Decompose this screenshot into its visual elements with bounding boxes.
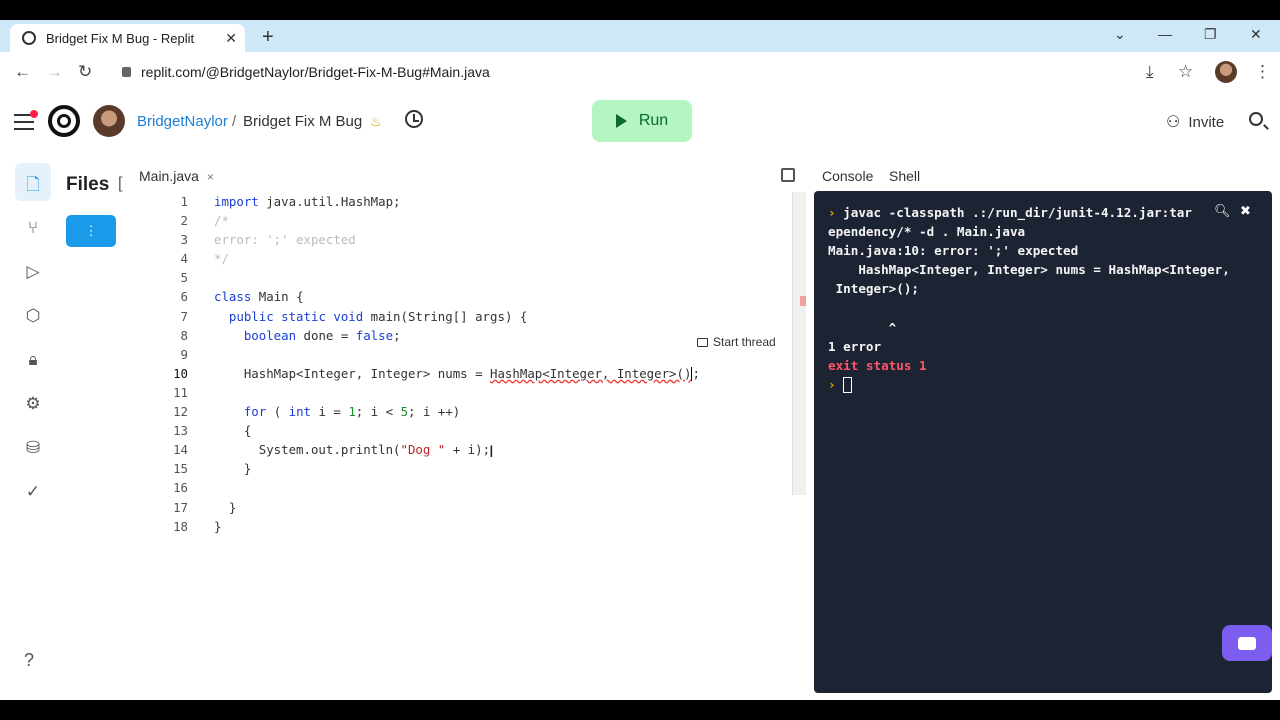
editor-tab-label: Main.java [139,168,199,184]
debugger-icon[interactable]: ▷ [23,262,43,282]
run-label: Run [638,112,669,129]
code-line: 15 } [173,461,252,477]
files-bracket: [ [118,175,123,192]
editor-menu-icon[interactable] [781,168,795,182]
replit-favicon-icon [22,31,36,45]
bookmark-star-icon[interactable]: ☆ [1178,62,1193,82]
tab-shell[interactable]: Shell [889,168,920,184]
secrets-lock-icon[interactable]: 🔒︎ [23,350,43,370]
minimize-icon[interactable]: — [1158,26,1172,42]
files-icon[interactable]: 🗋 [23,172,43,201]
add-file-icon: ⋮ [84,223,98,238]
code-editor[interactable]: 1 import java.util.HashMap; 2/* 3 error: '… [150,192,700,536]
tab-main-java[interactable]: Main.java × [139,168,214,184]
tab-close-icon[interactable]: ✕ [225,30,237,47]
browser-tab[interactable]: Bridget Fix M Bug - Replit ✕ [10,24,245,52]
console-clear-icon[interactable]: ✖ [1240,203,1251,219]
code-line: 9 [180,346,188,362]
add-file-button[interactable]: ⋮ [66,215,116,247]
text-cursor [691,367,693,382]
new-tab-icon[interactable]: + [262,26,274,49]
code-line: 12 for ( int i = 1; i < 5; i ++) [173,404,461,420]
add-person-icon: ⚇ [1166,114,1181,131]
invite-label: Invite [1188,113,1225,131]
console-cursor [843,377,853,394]
history-icon[interactable] [405,110,423,128]
settings-gear-icon[interactable]: ⚙ [23,394,43,414]
code-line: 3 error: ';' expected [180,232,356,248]
version-control-icon[interactable]: ⑂ [23,218,43,238]
back-icon[interactable]: ← [14,62,31,82]
code-line: 8 boolean done = false; [180,327,401,343]
code-line: 17 } [173,499,237,515]
restore-icon[interactable]: ❐ [1204,26,1217,43]
database-icon[interactable]: ⛁ [23,438,43,458]
run-button[interactable]: Run [592,100,692,142]
mouse-ibeam-cursor-icon: I [489,442,494,461]
error-scroll-marker [800,296,806,306]
install-icon[interactable]: ⤓ [1146,62,1154,82]
search-icon[interactable] [1249,112,1263,126]
code-line: 18} [173,518,222,534]
bottom-letterbox [0,700,1280,720]
tab-close-icon[interactable]: × [207,170,214,184]
code-line: 1 import java.util.HashMap; [180,194,401,209]
url-text: replit.com/@BridgetNaylor/Bridget-Fix-M-… [141,64,490,80]
replit-logo-icon[interactable] [48,105,80,137]
window-close-icon[interactable]: ✕ [1250,26,1262,43]
chevron-down-icon[interactable]: ⌄ [1114,26,1126,43]
console-text: › javac -classpath .:/run_dir/junit-4.12… [828,205,1230,394]
url-field[interactable]: replit.com/@BridgetNaylor/Bridget-Fix-M-… [122,64,490,80]
breadcrumb-separator: / [232,113,237,130]
code-line: 11 [173,384,188,400]
help-icon[interactable]: ? [24,650,34,671]
browser-menu-icon[interactable]: ⋮ [1254,62,1271,82]
browser-tab-title: Bridget Fix M Bug - Replit [46,30,195,46]
code-line: 7 public static void main(String[] args)… [180,308,528,324]
breadcrumb-user[interactable]: BridgetNaylor [137,113,228,130]
code-line: 5 [180,270,188,286]
breadcrumb-repl-name[interactable]: Bridget Fix M Bug [243,113,362,130]
files-title: Files [66,174,110,195]
code-line: 16 [173,480,188,496]
code-line: 13 { [173,423,252,439]
chat-icon [1238,636,1256,650]
console-search-icon[interactable]: 🔍︎ [1214,203,1231,219]
tab-console[interactable]: Console [822,168,873,184]
forward-icon[interactable]: → [46,62,63,82]
user-avatar[interactable] [93,105,125,137]
code-line-current: 10 HashMap<Integer, Integer> nums = Hash… [173,365,700,382]
code-line: 4 */ [180,251,229,267]
packages-icon[interactable]: ⬡ [23,306,43,326]
unit-tests-check-icon[interactable]: ✓ [23,482,43,502]
invite-button[interactable]: ⚇ Invite [1166,112,1224,132]
chat-button[interactable] [1222,625,1272,661]
profile-avatar[interactable] [1215,61,1237,83]
code-line: 2/* [180,213,229,229]
play-icon [615,114,627,128]
comment-icon [697,337,708,347]
java-language-icon: ♨ [370,114,382,129]
lock-icon [122,67,131,78]
start-thread-button[interactable]: Start thread [697,335,776,349]
reload-icon[interactable]: ↻ [78,62,92,82]
code-line: 6 class Main { [180,289,304,305]
notification-dot [30,110,38,118]
start-thread-label: Start thread [713,335,776,349]
editor-scrollbar[interactable] [792,192,806,495]
code-line: 14 System.out.println("Dog " + i); [173,442,491,458]
